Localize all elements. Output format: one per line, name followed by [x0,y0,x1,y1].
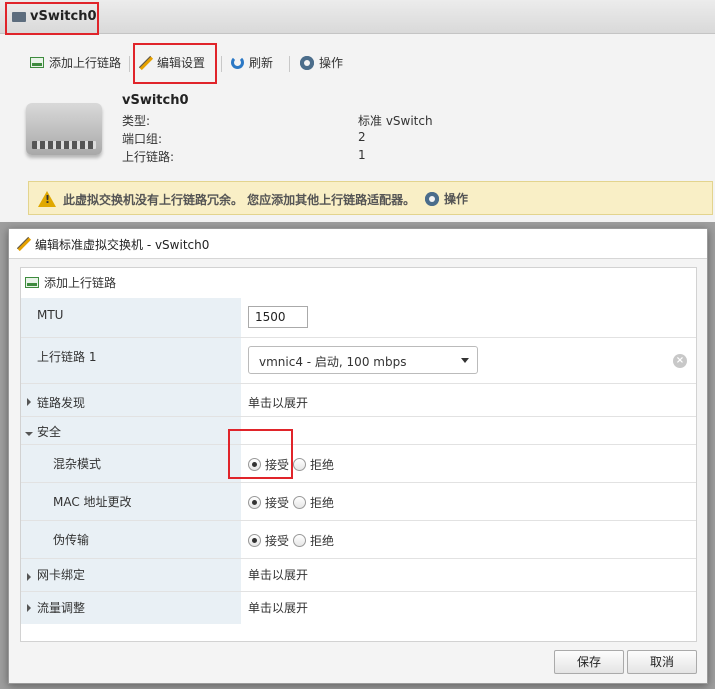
caret-right-icon [27,398,31,406]
warning-icon [38,191,56,207]
warning-actions-button[interactable]: 操作 [425,190,468,207]
security-label: 安全 [37,425,62,439]
dialog-footer: 保存 取消 [9,647,707,683]
caret-right-icon [27,604,31,612]
promiscuous-accept-highlight [228,429,293,479]
row-forged-transmits: 伪传输 接受 拒绝 [21,521,696,559]
nic-teaming-expand[interactable]: 单击以展开 [248,566,308,583]
row-security[interactable]: 安全 [21,417,696,445]
chevron-down-icon [461,358,469,363]
forged-transmits-radio-group: 接受 拒绝 [248,532,338,549]
title-bar: vSwitch0 [0,0,715,34]
dialog-header: 编辑标准虚拟交换机 - vSwitch0 [9,229,707,259]
dialog-add-uplink-button[interactable]: 添加上行链路 [25,274,116,291]
cancel-button[interactable]: 取消 [627,650,697,674]
dialog-content: 添加上行链路 MTU 上行链路 1 vmnic4 - 启动, 100 mbps … [20,267,697,642]
vswitch-image [26,103,102,155]
row-mac-change: MAC 地址更改 接受 拒绝 [21,483,696,521]
edit-vswitch-dialog: 编辑标准虚拟交换机 - vSwitch0 添加上行链路 MTU 上行链路 1 v… [8,228,708,684]
uplink1-select[interactable]: vmnic4 - 启动, 100 mbps [248,346,478,374]
mtu-label: MTU [37,308,64,322]
summary-label-portgroups: 端口组: [122,132,163,146]
row-promiscuous: 混杂模式 接受 拒绝 [21,445,696,483]
dialog-title: 编辑标准虚拟交换机 - vSwitch0 [35,238,210,252]
forged-accept-label[interactable]: 接受 [265,532,289,549]
toolbar-separator [221,56,222,72]
save-button[interactable]: 保存 [554,650,624,674]
mac-change-reject-radio[interactable] [293,496,307,509]
forged-reject-radio[interactable] [293,534,307,547]
add-uplink-button[interactable]: 添加上行链路 [30,54,121,71]
clear-icon[interactable]: × [673,354,687,368]
row-mtu: MTU [21,298,696,338]
refresh-button[interactable]: 刷新 [231,54,273,71]
actions-label: 操作 [319,56,344,70]
vswitch-name: vSwitch0 [122,93,189,108]
mac-change-radio-group: 接受 拒绝 [248,494,338,511]
uplink1-label: 上行链路 1 [37,350,97,364]
mac-change-accept-radio[interactable] [248,496,261,509]
forged-reject-label[interactable]: 拒绝 [310,532,334,549]
actions-button[interactable]: 操作 [300,54,343,71]
summary-value-uplinks: 1 [358,148,366,162]
network-adapter-icon [30,57,44,68]
warning-text: 此虚拟交换机没有上行链路冗余。 您应添加其他上行链路适配器。 [63,193,416,207]
gear-icon [300,55,314,70]
row-traffic-shaping[interactable]: 流量调整 单击以展开 [21,592,696,624]
uplink1-value: vmnic4 - 启动, 100 mbps [259,355,407,369]
dialog-add-uplink-label: 添加上行链路 [44,276,117,290]
traffic-shaping-label: 流量调整 [37,601,86,615]
link-discovery-label: 链路发现 [37,396,86,410]
toolbar: 添加上行链路 编辑设置 刷新 操作 [0,46,715,80]
link-discovery-expand[interactable]: 单击以展开 [248,394,308,411]
edit-settings-highlight [133,43,217,84]
promiscuous-label: 混杂模式 [53,457,102,471]
promiscuous-reject-radio[interactable] [293,458,307,471]
network-adapter-icon [25,277,39,288]
toolbar-separator [289,56,290,72]
warning-actions-label: 操作 [444,192,469,206]
promiscuous-reject-label[interactable]: 拒绝 [310,456,334,473]
warning-banner: 此虚拟交换机没有上行链路冗余。 您应添加其他上行链路适配器。 操作 [28,181,713,215]
forged-transmits-label: 伪传输 [53,533,90,547]
add-uplink-label: 添加上行链路 [49,56,122,70]
title-highlight [5,2,99,35]
summary-label-uplinks: 上行链路: [122,150,175,164]
row-link-discovery[interactable]: 链路发现 单击以展开 [21,384,696,417]
summary-label-type: 类型: [122,114,151,128]
gear-icon [425,191,439,206]
forged-accept-radio[interactable] [248,534,261,547]
caret-down-icon [25,432,33,436]
summary-value-type: 标准 vSwitch [358,114,433,128]
pencil-icon [16,237,30,251]
mac-change-reject-label[interactable]: 拒绝 [310,494,334,511]
nic-teaming-label: 网卡绑定 [37,568,86,582]
refresh-icon [231,56,244,69]
row-nic-teaming[interactable]: 网卡绑定 单击以展开 [21,559,696,592]
mtu-input[interactable] [248,306,308,328]
mac-change-label: MAC 地址更改 [53,495,132,509]
toolbar-separator [129,56,130,72]
summary-value-portgroups: 2 [358,130,366,144]
caret-right-icon [27,573,31,581]
mac-change-accept-label[interactable]: 接受 [265,494,289,511]
refresh-label: 刷新 [249,56,274,70]
row-uplink1: 上行链路 1 vmnic4 - 启动, 100 mbps × [21,338,696,384]
traffic-shaping-expand[interactable]: 单击以展开 [248,599,308,616]
